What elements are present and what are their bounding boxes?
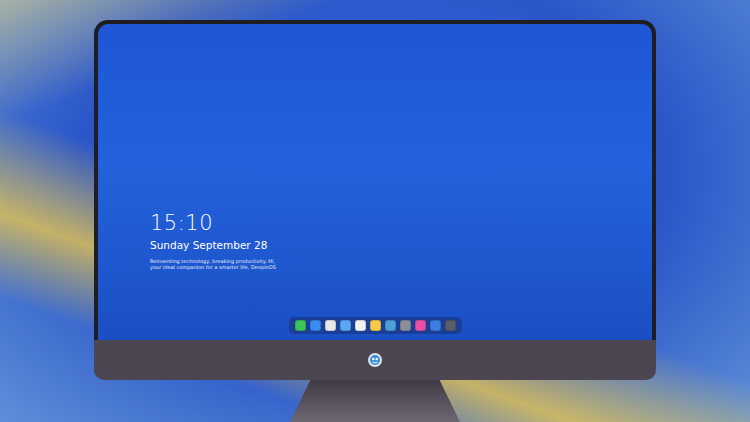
logo-icon — [367, 352, 383, 368]
dock-app-icon[interactable] — [400, 320, 411, 331]
tagline-line: your ideal companion for a smarter life,… — [150, 264, 652, 270]
dock-app-icon[interactable] — [325, 320, 336, 331]
dock-app-icon[interactable] — [430, 320, 441, 331]
dock-app-icon[interactable] — [340, 320, 351, 331]
dock-app-icon[interactable] — [310, 320, 321, 331]
lock-date: Sunday September 28 — [150, 238, 652, 252]
dock-app-icon[interactable] — [355, 320, 366, 331]
monitor-stand — [290, 380, 460, 422]
lock-time: 15:10 — [150, 210, 652, 236]
tagline-line: Reinventing technology, breaking product… — [150, 258, 652, 264]
lock-screen-info: 15:10 Sunday September 28 Reinventing tech… — [150, 210, 652, 270]
dock-app-icon[interactable] — [295, 320, 306, 331]
lock-tagline: Reinventing technology, breaking product… — [150, 258, 652, 270]
dock — [289, 317, 462, 334]
monitor: 15:10 Sunday September 28 Reinventing tech… — [94, 20, 656, 422]
dock-app-icon[interactable] — [370, 320, 381, 331]
monitor-chin — [94, 340, 656, 380]
dock-app-icon[interactable] — [415, 320, 426, 331]
dock-app-icon[interactable] — [445, 320, 456, 331]
page-background: 15:10 Sunday September 28 Reinventing tech… — [0, 0, 750, 422]
dock-app-icon[interactable] — [385, 320, 396, 331]
screen-wallpaper: 15:10 Sunday September 28 Reinventing tech… — [94, 20, 656, 340]
